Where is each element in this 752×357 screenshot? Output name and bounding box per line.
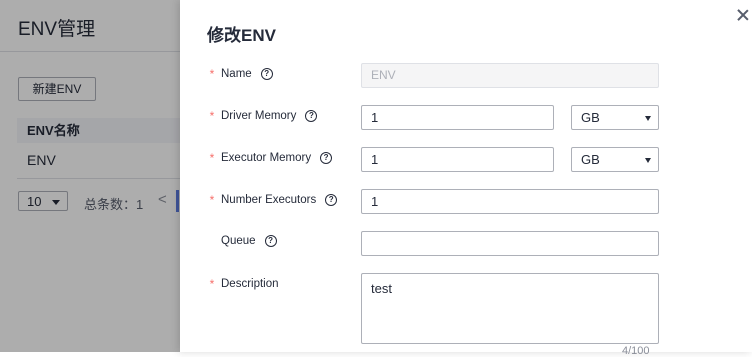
help-icon[interactable]: ? — [320, 152, 333, 164]
close-icon[interactable] — [736, 8, 750, 22]
executor-memory-unit-value: GB — [581, 152, 600, 167]
required-mark: * — [209, 277, 215, 291]
panel-title: 修改ENV — [207, 26, 276, 45]
help-icon[interactable]: ? — [260, 68, 273, 80]
required-mark: * — [209, 67, 215, 81]
field-label-driver-memory: Driver Memory — [221, 110, 297, 122]
field-number-executors: * Number Executors ? 1 — [180, 189, 752, 215]
help-icon[interactable]: ? — [305, 110, 318, 122]
field-name: * Name ? ENV — [180, 63, 752, 89]
field-label-description: Description — [221, 278, 279, 290]
name-input: ENV — [361, 63, 659, 88]
required-mark: * — [209, 193, 215, 207]
field-label-number-executors: Number Executors — [221, 194, 317, 206]
driver-memory-input[interactable]: 1 — [361, 105, 554, 130]
field-queue: Queue ? — [180, 231, 752, 257]
queue-input[interactable] — [361, 231, 659, 256]
number-executors-input[interactable]: 1 — [361, 189, 659, 214]
driver-memory-unit-select[interactable]: GB — [571, 105, 659, 130]
help-icon[interactable]: ? — [264, 235, 277, 247]
chevron-down-icon — [645, 158, 651, 163]
edit-env-panel: 修改ENV * Name ? ENV * Driver Memory ? 1 G… — [180, 0, 752, 357]
description-char-counter: 4/100 — [622, 345, 650, 357]
field-driver-memory: * Driver Memory ? 1 GB — [180, 105, 752, 131]
required-mark: * — [209, 109, 215, 123]
driver-memory-unit-value: GB — [581, 110, 600, 125]
field-label-name: Name — [221, 68, 252, 80]
field-label-queue: Queue — [221, 235, 256, 247]
executor-memory-input[interactable]: 1 — [361, 147, 554, 172]
required-mark: * — [209, 151, 215, 165]
help-icon[interactable]: ? — [325, 194, 338, 206]
executor-memory-unit-select[interactable]: GB — [571, 147, 659, 172]
chevron-down-icon — [645, 116, 651, 121]
description-textarea[interactable]: test — [361, 273, 659, 344]
field-executor-memory: * Executor Memory ? 1 GB — [180, 147, 752, 173]
field-description: * Description test — [180, 273, 752, 344]
field-label-executor-memory: Executor Memory — [221, 152, 312, 164]
